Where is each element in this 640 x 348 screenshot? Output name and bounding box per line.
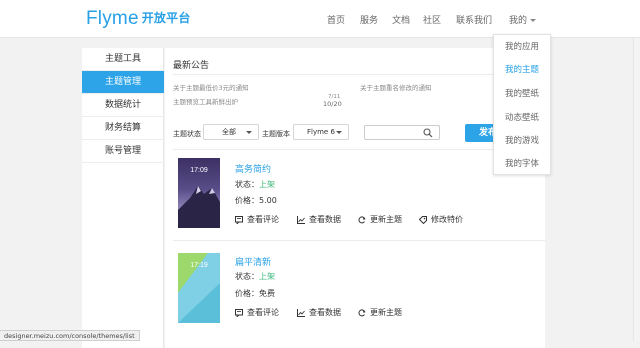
theme-thumbnail[interactable]: 17:09 xyxy=(178,158,220,228)
notice-date: 10/20 xyxy=(323,100,342,108)
view-comments-button[interactable]: 查看评论 xyxy=(235,214,279,225)
action-label: 查看评论 xyxy=(247,308,279,317)
user-dropdown-menu: 我的应用 我的主题 我的壁纸 动态壁纸 我的游戏 我的字体 xyxy=(493,34,551,175)
theme-price: 价格：5.00 xyxy=(235,195,277,206)
search-icon[interactable] xyxy=(423,128,433,138)
flyme-logo[interactable]: Flyme 开放平台 xyxy=(86,8,191,30)
search-input[interactable] xyxy=(364,125,440,140)
refresh-icon xyxy=(358,216,366,224)
user-menu-label: 我的 xyxy=(509,16,528,26)
logo-subtitle: 开放平台 xyxy=(141,11,191,25)
sidebar-item-theme-tools[interactable]: 主题工具 xyxy=(82,48,164,71)
scrollbar[interactable] xyxy=(633,38,640,341)
sidebar: 主题工具 主题管理 数据统计 财务结算 账号管理 xyxy=(82,48,164,348)
action-label: 更新主题 xyxy=(370,308,402,317)
nav-contact[interactable]: 联系我们 xyxy=(456,13,492,26)
status-value: 上架 xyxy=(259,180,275,189)
logo-text: Flyme xyxy=(86,8,139,29)
update-theme-button[interactable]: 更新主题 xyxy=(358,214,402,225)
chevron-down-icon xyxy=(246,131,252,134)
status-label: 状态： xyxy=(235,272,259,281)
action-label: 更新主题 xyxy=(370,215,402,224)
action-label: 查看评论 xyxy=(247,215,279,224)
theme-status: 状态：上架 xyxy=(235,271,275,282)
theme-thumbnail[interactable]: 17:19 xyxy=(178,253,220,323)
tag-icon xyxy=(418,216,427,225)
chevron-down-icon xyxy=(530,19,537,22)
menu-item-my-themes[interactable]: 我的主题 xyxy=(494,58,550,82)
price-value: 免费 xyxy=(259,289,275,298)
version-select-value: Flyme 6 xyxy=(307,128,335,136)
nav-home[interactable]: 首页 xyxy=(327,13,345,26)
action-label: 修改特价 xyxy=(431,215,463,224)
divider xyxy=(173,240,545,241)
price-value: 5.00 xyxy=(259,196,277,205)
version-filter-label: 主题版本 xyxy=(262,130,290,138)
divider xyxy=(173,149,545,150)
notice-link[interactable]: 主题预览工具新鲜出炉 xyxy=(173,96,238,106)
announcements-title: 最新公告 xyxy=(173,61,210,71)
nav-services[interactable]: 服务 xyxy=(360,13,378,26)
chart-icon xyxy=(297,309,305,317)
view-data-button[interactable]: 查看数据 xyxy=(297,214,341,225)
sidebar-item-account[interactable]: 账号管理 xyxy=(82,140,164,163)
status-select[interactable]: 全部 xyxy=(203,124,259,140)
menu-item-my-apps[interactable]: 我的应用 xyxy=(494,35,550,59)
notice-link[interactable]: 关于主题最低价3元的通知 xyxy=(173,82,249,92)
status-filter-label: 主题状态 xyxy=(173,130,201,138)
view-comments-button[interactable]: 查看评论 xyxy=(235,307,279,318)
update-theme-button[interactable]: 更新主题 xyxy=(358,307,402,318)
sidebar-item-finance[interactable]: 财务结算 xyxy=(82,117,164,140)
menu-item-my-games[interactable]: 我的游戏 xyxy=(494,129,550,153)
edit-special-price-button[interactable]: 修改特价 xyxy=(418,214,463,225)
comment-icon xyxy=(235,216,243,225)
comment-icon xyxy=(235,309,243,318)
nav-docs[interactable]: 文档 xyxy=(392,13,410,26)
theme-name-link[interactable]: 扁平清新 xyxy=(235,255,271,268)
divider xyxy=(173,74,545,75)
price-label: 价格： xyxy=(235,289,259,298)
menu-item-live-wallpapers[interactable]: 动态壁纸 xyxy=(494,106,550,130)
sidebar-item-theme-manage[interactable]: 主题管理 xyxy=(82,71,164,94)
browser-status-url: designer.meizu.com/console/themes/list xyxy=(0,330,140,341)
refresh-icon xyxy=(358,309,366,317)
action-label: 查看数据 xyxy=(309,215,341,224)
chevron-down-icon xyxy=(336,131,342,134)
main-panel: 最新公告 关于主题最低价3元的通知 关于主题重名修改的通知 主题预览工具新鲜出炉… xyxy=(165,48,545,348)
theme-name-link[interactable]: 高务简约 xyxy=(235,162,271,175)
notice-link[interactable]: 关于主题重名修改的通知 xyxy=(360,82,432,92)
menu-item-my-fonts[interactable]: 我的字体 xyxy=(494,152,550,176)
user-menu-toggle[interactable]: 我的 xyxy=(509,13,537,26)
thumb-clock: 17:09 xyxy=(190,167,208,174)
version-select[interactable]: Flyme 6 xyxy=(293,124,349,140)
thumb-clock: 17:19 xyxy=(190,262,208,269)
status-select-value: 全部 xyxy=(222,128,236,136)
top-nav-bar: Flyme 开放平台 首页 服务 文档 社区 联系我们 我的 xyxy=(0,0,640,38)
theme-status: 状态：上架 xyxy=(235,179,275,190)
view-data-button[interactable]: 查看数据 xyxy=(297,307,341,318)
sidebar-item-statistics[interactable]: 数据统计 xyxy=(82,94,164,117)
menu-item-my-wallpapers[interactable]: 我的壁纸 xyxy=(494,82,550,106)
action-label: 查看数据 xyxy=(309,308,341,317)
chart-icon xyxy=(297,216,305,224)
nav-community[interactable]: 社区 xyxy=(423,13,441,26)
status-label: 状态： xyxy=(235,180,259,189)
price-label: 价格： xyxy=(235,196,259,205)
theme-price: 价格：免费 xyxy=(235,288,275,299)
status-value: 上架 xyxy=(259,272,275,281)
